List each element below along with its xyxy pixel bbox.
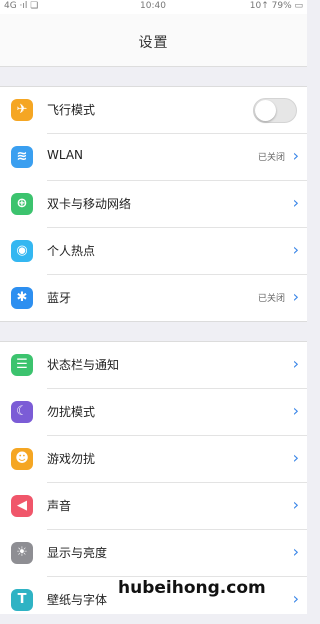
row-label: 声音 [47,499,72,513]
row-value: 已关闭 [257,153,285,163]
chevron-right-icon: › [292,146,299,165]
chevron-right-icon: › [292,589,299,608]
chevron-right-icon: › [292,354,299,373]
row-value: 已关闭 [257,294,285,304]
row-label: 显示与亮度 [47,546,108,560]
page-title: 设置 [138,35,169,51]
row-label: WLAN [47,148,84,162]
row-label: 双卡与移动网络 [47,197,132,211]
settings-group-display: ☰ 状态栏与通知 › ☾ 勿扰模式 › ☻ 游戏勿扰 › ◀ 声音 › ☀ 显示… [0,341,307,614]
signal-indicator: 4G ·ıl ❏ [4,1,39,11]
row-game-do-not-disturb[interactable]: ☻ 游戏勿扰 › [0,436,307,483]
bluetooth-icon: ✱ [11,287,33,309]
chevron-right-icon: › [292,193,299,212]
battery-indicator: 10↑ 79% ▭ [249,1,303,11]
row-display-brightness[interactable]: ☀ 显示与亮度 › [0,530,307,577]
chevron-right-icon: › [292,448,299,467]
wifi-icon: ≋ [11,146,33,168]
chevron-right-icon: › [292,495,299,514]
airplane-mode-toggle[interactable] [253,98,297,123]
row-label: 个人热点 [47,244,96,258]
chevron-right-icon: › [292,287,299,306]
game-icon: ☻ [11,448,33,470]
row-label: 游戏勿扰 [47,452,96,466]
row-status-bar-notifications[interactable]: ☰ 状态栏与通知 › [0,342,307,389]
row-do-not-disturb[interactable]: ☾ 勿扰模式 › [0,389,307,436]
row-label: 飞行模式 [47,103,96,117]
status-bar: 4G ·ıl ❏ 10:40 10↑ 79% ▭ [0,0,307,14]
navigation-bar: 设置 [0,14,307,67]
clock: 10:40 [140,1,166,11]
row-personal-hotspot[interactable]: ◉ 个人热点 › [0,228,307,275]
brightness-icon: ☀ [11,542,33,564]
watermark-text: hubeihong.com [118,578,266,598]
settings-group-connectivity: ✈ 飞行模式 ≋ WLAN 已关闭 › ⊕ 双卡与移动网络 › ◉ 个人热点 ›… [0,86,307,322]
row-bluetooth[interactable]: ✱ 蓝牙 已关闭 › [0,275,307,322]
row-sound[interactable]: ◀ 声音 › [0,483,307,530]
airplane-icon: ✈ [11,99,33,121]
chevron-right-icon: › [292,542,299,561]
globe-icon: ⊕ [11,193,33,215]
notification-icon: ☰ [11,354,33,376]
row-label: 状态栏与通知 [47,358,120,372]
font-icon: T [11,589,33,611]
chevron-right-icon: › [292,240,299,259]
toggle-knob [255,100,276,121]
row-wlan[interactable]: ≋ WLAN 已关闭 › [0,134,307,181]
row-label: 壁纸与字体 [47,593,108,607]
speaker-icon: ◀ [11,495,33,517]
hotspot-icon: ◉ [11,240,33,262]
row-airplane-mode[interactable]: ✈ 飞行模式 [0,87,307,134]
row-dual-sim-mobile-network[interactable]: ⊕ 双卡与移动网络 › [0,181,307,228]
row-label: 蓝牙 [47,291,72,305]
chevron-right-icon: › [292,401,299,420]
moon-icon: ☾ [11,401,33,423]
row-label: 勿扰模式 [47,405,96,419]
